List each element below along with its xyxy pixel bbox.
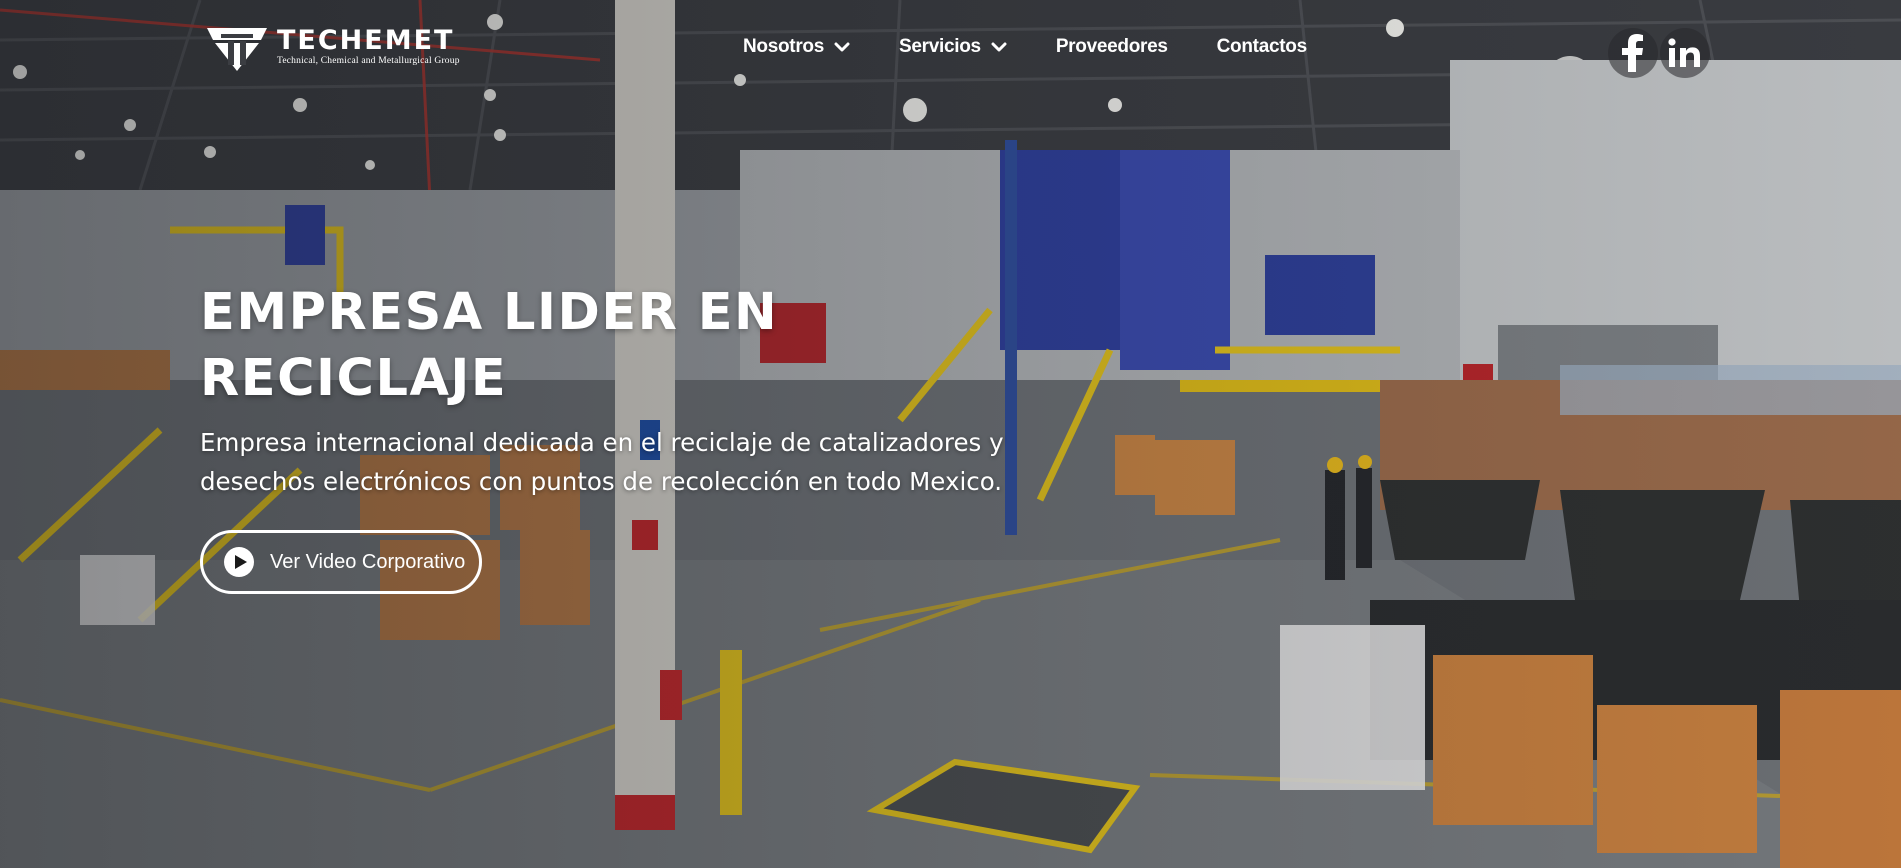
hero-headline: EMPRESA LIDER EN RECICLAJE (200, 283, 779, 408)
nav-item-label: Contactos (1216, 36, 1308, 57)
main-navigation: Nosotros Servicios Proveedores Contactos (743, 36, 1356, 58)
linkedin-link[interactable] (1660, 28, 1710, 78)
hero-section: TECHEMET Technical, Chemical and Metallu… (0, 0, 1901, 868)
chevron-down-icon (991, 42, 1007, 52)
nav-item-contactos[interactable]: Contactos (1216, 36, 1308, 58)
brand-name: TECHEMET (277, 25, 455, 56)
nav-item-nosotros[interactable]: Nosotros (743, 36, 850, 58)
nav-item-label: Servicios (899, 36, 981, 57)
nav-item-proveedores[interactable]: Proveedores (1056, 36, 1168, 58)
video-button-label: Ver Video Corporativo (270, 550, 466, 573)
watch-corporate-video-button[interactable]: Ver Video Corporativo (200, 530, 482, 594)
nav-item-servicios[interactable]: Servicios (899, 36, 1007, 58)
linkedin-icon (1668, 38, 1700, 67)
nav-item-label: Nosotros (743, 36, 824, 57)
facebook-link[interactable] (1608, 28, 1658, 78)
nav-item-label: Proveedores (1055, 36, 1168, 57)
hero-subtext: Empresa internacional dedicada en el rec… (200, 428, 1004, 496)
chevron-down-icon (834, 42, 850, 52)
facebook-icon (1622, 34, 1643, 72)
brand-logo[interactable]: TECHEMET Technical, Chemical and Metallu… (205, 26, 460, 72)
brand-tagline: Technical, Chemical and Metallurgical Gr… (277, 56, 460, 66)
techemet-logo-icon (207, 28, 267, 71)
social-links (1608, 28, 1712, 78)
play-circle-icon (224, 547, 254, 577)
